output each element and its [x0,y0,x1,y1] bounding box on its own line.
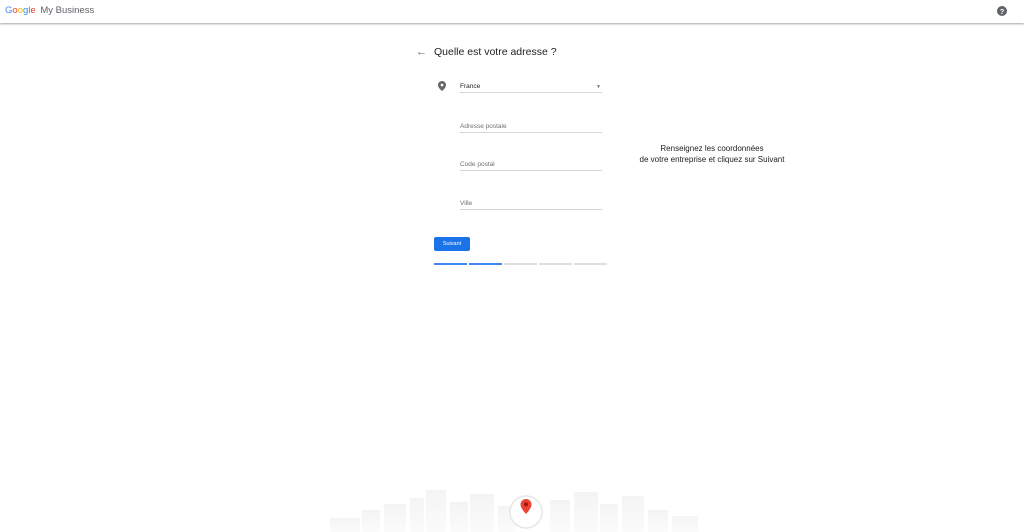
location-pin-icon [438,81,446,91]
instruction-line-2: de votre entreprise et cliquez sur Suiva… [639,155,785,164]
progress-step-2 [469,263,502,265]
instruction-line-1: Renseignez les coordonnées [660,144,764,153]
city-input[interactable]: Ville [460,200,602,210]
google-wordmark: Google [5,5,36,16]
app-logo[interactable]: Google My Business [5,5,94,16]
progress-step-1 [434,263,467,265]
progress-step-5 [574,263,607,265]
city-placeholder: Ville [460,200,473,207]
next-button[interactable]: Suivant [434,237,470,251]
dropdown-caret-icon: ▼ [596,84,601,90]
help-icon[interactable]: ? [997,6,1007,16]
product-name: My Business [40,5,95,16]
page-title: Quelle est votre adresse ? [434,46,557,58]
step-progress [434,263,607,265]
back-arrow-icon[interactable]: ← [416,46,427,58]
city-skyline-illustration [330,490,698,532]
country-value: France [460,83,481,90]
postal-code-input[interactable]: Code postal [460,161,602,171]
country-select[interactable]: France ▼ [460,83,602,93]
progress-step-3 [504,263,537,265]
postal-code-placeholder: Code postal [460,161,495,168]
street-address-placeholder: Adresse postale [460,123,507,130]
instruction-text: Renseignez les coordonnées de votre entr… [600,143,824,165]
progress-step-4 [539,263,572,265]
street-address-input[interactable]: Adresse postale [460,123,602,133]
top-bar: Google My Business ? [0,0,1024,23]
